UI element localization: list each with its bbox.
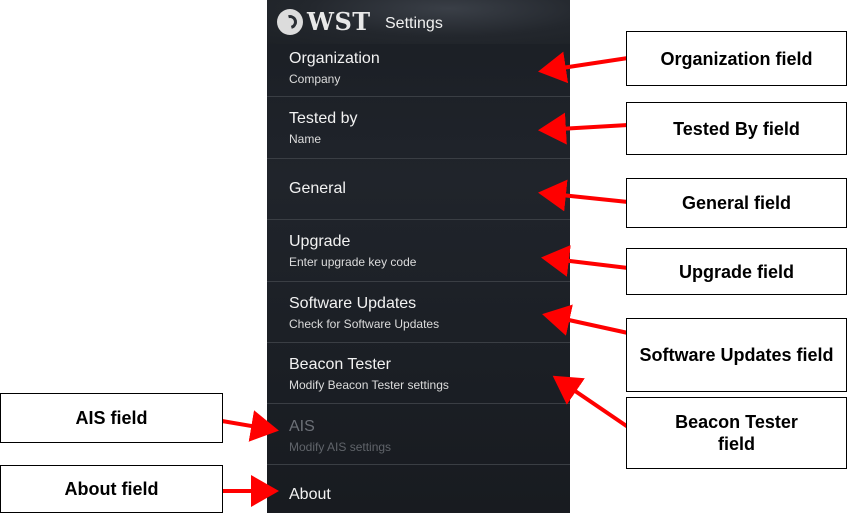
callout-software-updates: Software Updates field	[626, 318, 847, 392]
arrow-software-updates	[542, 304, 629, 336]
callout-organization: Organization field	[626, 31, 847, 86]
callout-upgrade: Upgrade field	[626, 248, 847, 295]
arrow-upgrade	[541, 244, 629, 277]
arrow-beacon-tester	[552, 375, 630, 429]
callout-tested-by: Tested By field	[626, 102, 847, 155]
arrow-organization	[538, 51, 629, 84]
callout-ais: AIS field	[0, 393, 223, 443]
callout-beacon-tester: Beacon Tester field	[626, 397, 847, 469]
arrow-tested-by	[538, 112, 629, 145]
callout-about: About field	[0, 465, 223, 513]
arrow-ais	[221, 410, 279, 442]
arrow-general	[538, 179, 629, 212]
callout-general: General field	[626, 178, 847, 228]
